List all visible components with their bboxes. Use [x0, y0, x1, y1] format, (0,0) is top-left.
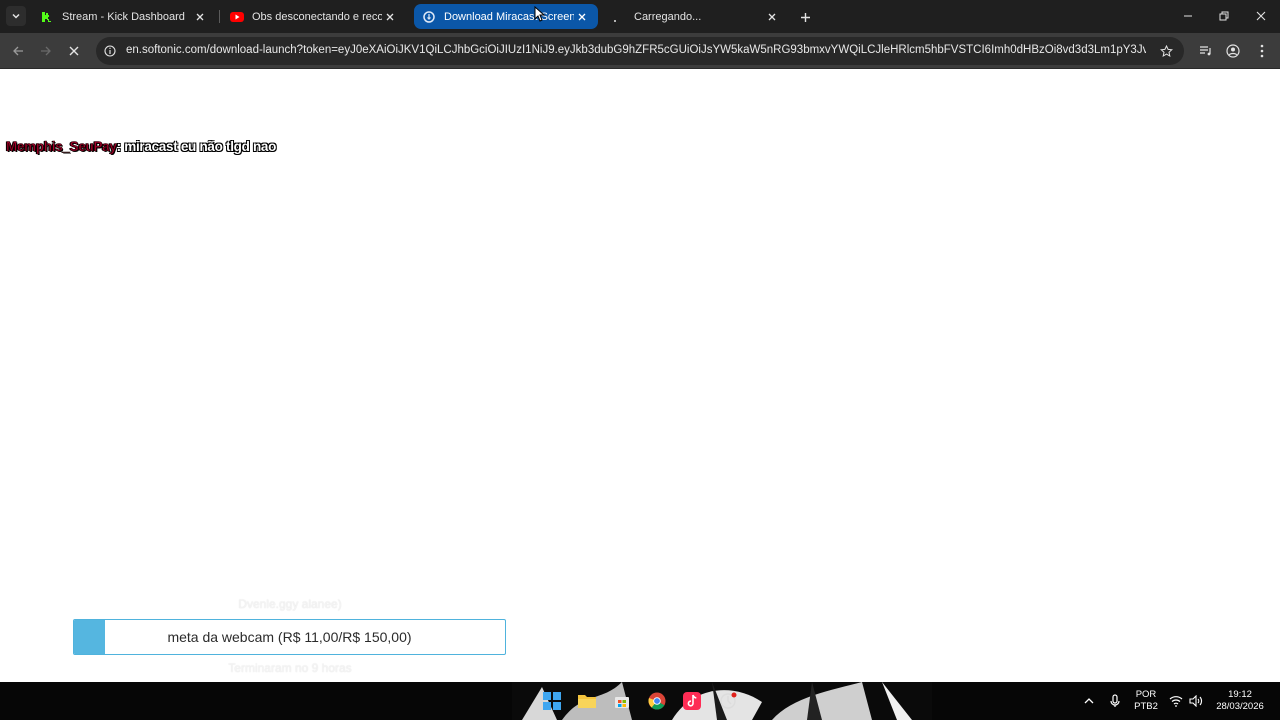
tab-title: Obs desconectando e reconect [252, 10, 382, 23]
arrow-right-icon [41, 46, 51, 56]
taskbar-app[interactable] [718, 691, 738, 711]
tab-title: Stream - Kick Dashboard [62, 10, 185, 23]
chat-text: : miracast eu não tlgd nao [116, 139, 277, 154]
microphone-tray-button[interactable] [1105, 691, 1125, 711]
start-button[interactable] [542, 691, 562, 711]
close-icon [69, 46, 79, 56]
close-icon [1256, 11, 1266, 21]
chevron-down-icon [12, 13, 20, 19]
keyboard-layout: PTB2 [1134, 701, 1158, 712]
taskbar-tiktok[interactable] [682, 691, 702, 711]
faded-overlay-text: Dvenle.ggy alanee) [238, 597, 342, 611]
language-indicator[interactable]: POR PTB2 [1130, 689, 1162, 713]
tab-kick-dashboard[interactable]: Stream - Kick Dashboard [32, 4, 216, 29]
tab-title: Download Miracast Screen Mir [444, 10, 574, 23]
minimize-button[interactable] [1176, 6, 1200, 26]
forward-button[interactable] [36, 41, 56, 61]
taskbar-chrome[interactable] [647, 691, 667, 711]
taskbar-file-explorer[interactable] [577, 691, 597, 711]
youtube-icon [230, 10, 244, 24]
tab-separator [219, 10, 220, 23]
profile-icon [1226, 44, 1240, 58]
wifi-icon [1169, 696, 1183, 707]
tab-loading[interactable]: Carregando... [604, 4, 788, 29]
loading-icon [612, 10, 626, 24]
tab-close-icon[interactable] [192, 9, 208, 25]
kick-icon [40, 10, 54, 24]
goal-label: meta da webcam (R$ 11,00/R$ 150,00) [167, 629, 412, 645]
windows-taskbar: POR PTB2 19:12 28/03/2026 [0, 682, 1280, 720]
clock[interactable]: 19:12 28/03/2026 [1206, 689, 1274, 713]
folder-icon [578, 695, 596, 708]
webcam-goal-bar: meta da webcam (R$ 11,00/R$ 150,00) [73, 619, 506, 655]
microphone-icon [1110, 694, 1120, 707]
clock-time: 19:12 [1228, 689, 1252, 700]
media-controls-button[interactable] [1195, 41, 1215, 61]
more-vertical-icon [1260, 44, 1264, 58]
tab-youtube-obs[interactable]: Obs desconectando e reconect [222, 4, 406, 29]
url-text[interactable]: en.softonic.com/download-launch?token=ey… [126, 44, 1146, 56]
tab-title: Carregando... [634, 10, 702, 23]
chevron-up-icon [1084, 698, 1094, 704]
chat-username: Memphis_SeuPay [6, 139, 118, 155]
site-info-icon[interactable] [102, 43, 118, 59]
chrome-icon [648, 692, 666, 710]
minimize-icon [1184, 15, 1192, 17]
taskbar-store[interactable] [612, 691, 632, 711]
chat-message-overlay: Memphis_SeuPay: miracast eu não tlgd nao [6, 139, 277, 155]
show-hidden-icons-button[interactable] [1079, 691, 1099, 711]
store-icon [615, 697, 629, 708]
tab-close-icon[interactable] [574, 9, 590, 25]
softonic-icon [422, 10, 436, 24]
profile-button[interactable] [1223, 41, 1243, 61]
tab-strip: Stream - Kick Dashboard Obs desconectand… [0, 0, 1280, 33]
tab-softonic-download[interactable]: Download Miracast Screen Mir [414, 4, 598, 29]
tiktok-icon [683, 692, 701, 710]
new-tab-button[interactable] [796, 8, 814, 26]
restore-button[interactable] [1212, 6, 1236, 26]
address-bar[interactable]: en.softonic.com/download-launch?token=ey… [96, 37, 1184, 65]
wifi-tray-button[interactable] [1166, 691, 1186, 711]
playlist-icon [1199, 46, 1211, 56]
windows-icon [543, 692, 561, 710]
tab-close-icon[interactable] [764, 9, 780, 25]
volume-tray-button[interactable] [1186, 691, 1206, 711]
plus-icon [800, 12, 810, 22]
mouse-cursor-icon [534, 6, 545, 22]
app-icon [720, 692, 737, 709]
tab-close-icon[interactable] [382, 9, 398, 25]
clock-date: 28/03/2026 [1216, 701, 1264, 712]
tab-search-button[interactable] [6, 6, 26, 26]
close-window-button[interactable] [1249, 6, 1273, 26]
page-content: Memphis_SeuPay: miracast eu não tlgd nao… [0, 69, 1280, 682]
language-code: POR [1135, 689, 1157, 700]
stop-loading-button[interactable] [64, 41, 84, 61]
bookmark-star-icon[interactable] [1158, 43, 1174, 59]
restore-icon [1219, 11, 1229, 21]
menu-button[interactable] [1252, 41, 1272, 61]
browser-toolbar: en.softonic.com/download-launch?token=ey… [0, 33, 1280, 69]
speaker-icon [1188, 695, 1202, 707]
arrow-left-icon [13, 46, 23, 56]
faded-overlay-text: Terminaram no 9 horas [228, 661, 352, 675]
back-button[interactable] [8, 41, 28, 61]
